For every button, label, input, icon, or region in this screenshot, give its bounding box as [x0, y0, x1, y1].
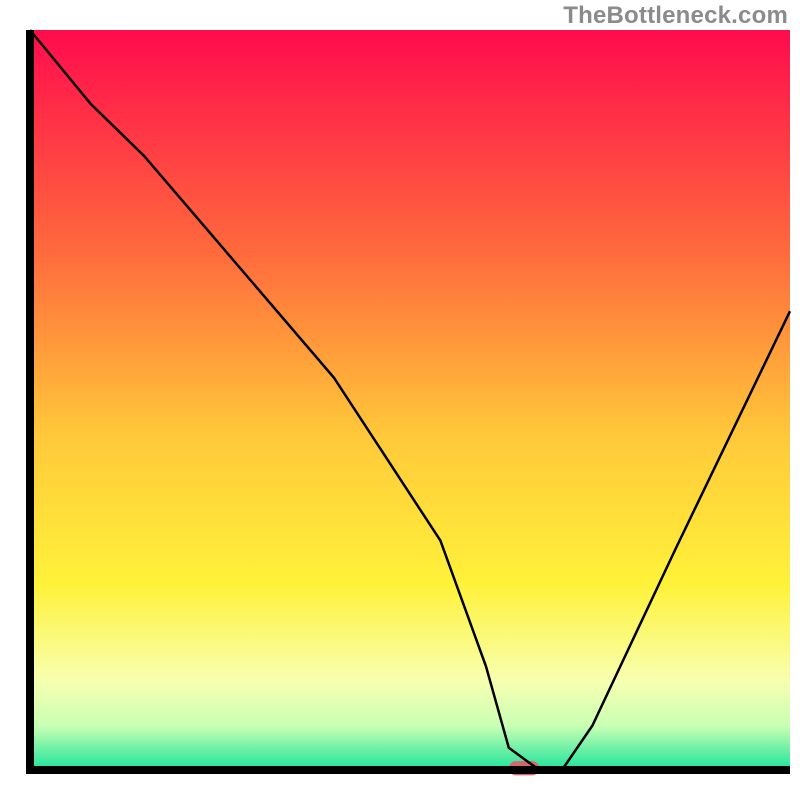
chart-background: [30, 30, 790, 770]
bottleneck-chart: [0, 0, 800, 800]
